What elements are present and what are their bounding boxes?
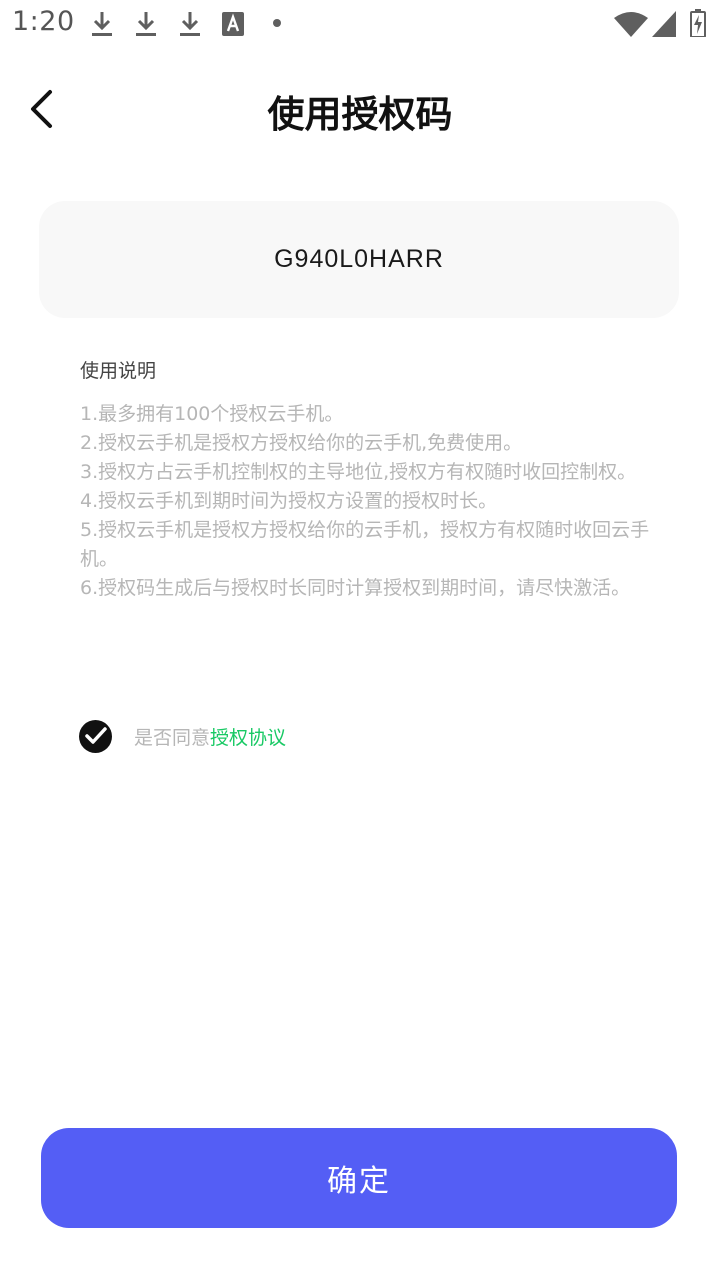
dot-icon <box>273 19 281 27</box>
instruction-item: 2.授权云手机是授权方授权给你的云手机,免费使用。 <box>80 432 523 454</box>
instruction-item: 5.授权云手机是授权方授权给你的云手机，授权方有权随时收回云手机。 <box>80 519 650 570</box>
instruction-item: 6.授权码生成后与授权时长同时计算授权到期时间，请尽快激活。 <box>80 577 631 599</box>
agreement-link[interactable]: 授权协议 <box>210 723 286 750</box>
confirm-button[interactable]: 确定 <box>41 1128 677 1228</box>
instruction-item: 1.最多拥有100个授权云手机。 <box>80 403 344 425</box>
signal-icon <box>652 11 676 37</box>
wifi-icon <box>614 12 648 37</box>
agreement-prefix: 是否同意 <box>134 726 211 749</box>
agreement-checkbox[interactable] <box>79 719 112 753</box>
status-bar: 1:20 <box>0 0 720 48</box>
instruction-item: 3.授权方占云手机控制权的主导地位,授权方有权随时收回控制权。 <box>80 461 637 483</box>
header: 使用授权码 <box>0 60 720 160</box>
instructions-list: 1.最多拥有100个授权云手机。 2.授权云手机是授权方授权给你的云手机,免费使… <box>80 400 650 603</box>
download-icon <box>92 12 112 36</box>
page-title: 使用授权码 <box>267 93 453 136</box>
instruction-item: 4.授权云手机到期时间为授权方设置的授权时长。 <box>80 490 498 512</box>
auth-code-text: G940L0HARR <box>274 245 444 273</box>
download-icon <box>136 12 156 36</box>
status-time: 1:20 <box>12 6 75 37</box>
check-icon <box>84 727 107 744</box>
a-text-icon <box>222 12 244 36</box>
auth-code-display: G940L0HARR <box>39 201 679 318</box>
agreement-row: 是否同意 授权协议 <box>79 719 286 753</box>
instructions-title: 使用说明 <box>80 360 157 382</box>
battery-charging-icon <box>690 9 706 37</box>
download-icon <box>180 12 200 36</box>
